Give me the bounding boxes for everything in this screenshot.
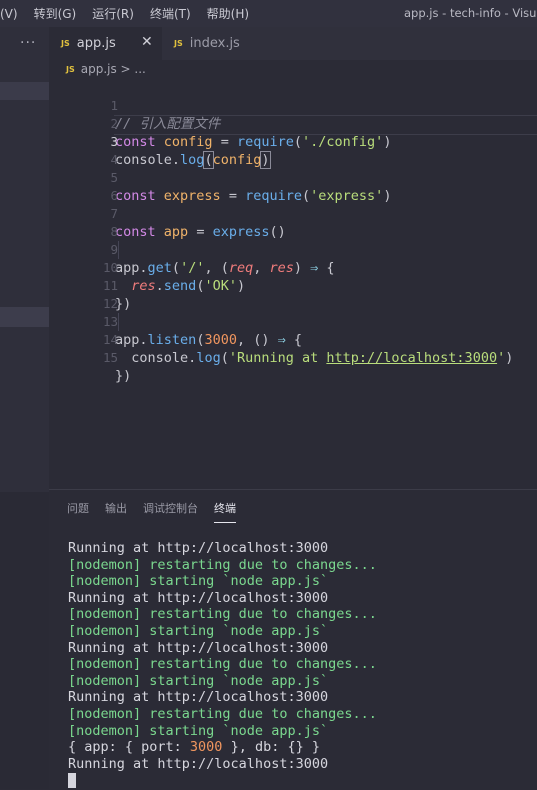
function-name: express (212, 224, 270, 240)
bracket-match: ) (260, 151, 271, 169)
function-name: listen (147, 332, 197, 348)
menu-run[interactable]: 运行(R) (92, 5, 134, 22)
terminal-line: [nodemon] starting `node app.js` (68, 722, 329, 739)
variable: config (212, 152, 262, 168)
tab-app-js[interactable]: JS app.js ✕ (49, 27, 162, 60)
terminal-line: Running at http://localhost:3000 (68, 755, 329, 772)
more-actions-icon[interactable]: ··· (20, 35, 36, 51)
bottom-panel: 问题 输出 调试控制台 终端 Running at http://localho… (49, 489, 537, 790)
parameter: res (131, 278, 156, 294)
identifier: console (131, 350, 189, 366)
parameter: req (228, 260, 254, 276)
terminal-cursor (68, 772, 76, 788)
terminal-line: [nodemon] restarting due to changes... (68, 556, 377, 573)
menu-bar: (V) 转到(G) 运行(R) 终端(T) 帮助(H) (0, 5, 263, 22)
variable: config (163, 134, 213, 150)
terminal-line: [nodemon] starting `node app.js` (68, 573, 329, 590)
string: 'OK' (204, 278, 237, 294)
keyword: const (115, 134, 156, 150)
indent-guide (118, 241, 119, 259)
terminal-line: [nodemon] restarting due to changes... (68, 656, 377, 673)
js-file-icon: JS (66, 64, 75, 74)
code-editor[interactable]: 1 // 引入配置文件 2 const config = require('./… (49, 79, 537, 489)
code-line: 2 const config = require('./config') (49, 97, 391, 150)
indent-guide (118, 313, 119, 331)
menu-help[interactable]: 帮助(H) (207, 5, 249, 22)
terminal-line: Running at http://localhost:3000 (68, 689, 329, 706)
string: '/' (180, 260, 205, 276)
terminal-output[interactable]: Running at http://localhost:3000 [nodemo… (68, 540, 377, 789)
terminal-line: { app: { port: 3000 }, db: {} } (68, 739, 320, 756)
panel-tabs: 问题 输出 调试控制台 终端 (67, 500, 252, 523)
bracket-match: ( (203, 151, 214, 169)
operator: = (220, 134, 229, 150)
parameter: res (269, 260, 294, 276)
code-line: 10 res.send('OK') (49, 241, 245, 294)
function-name: require (245, 188, 303, 204)
sidebar-selected-item[interactable] (0, 82, 49, 100)
window-title: app.js - tech-info - Visual S (404, 6, 537, 20)
menu-view[interactable]: (V) (0, 7, 18, 21)
code-line: 4 (49, 133, 118, 167)
tab-label: index.js (189, 36, 240, 51)
function-name: log (180, 152, 205, 168)
code-line: 1 // 引入配置文件 (49, 79, 220, 132)
arrow-operator: ⇒ (277, 332, 286, 348)
terminal-line: Running at http://localhost:3000 (68, 540, 329, 556)
close-icon[interactable]: ✕ (141, 34, 153, 50)
comment: // 引入配置文件 (115, 116, 221, 132)
code-line: 7 const app = express() (49, 187, 285, 240)
breadcrumb-path[interactable]: app.js > ... (81, 62, 146, 76)
code-line: 13 app.listen(3000, () ⇒ { (49, 295, 302, 348)
code-line: 14 console.log('Running at http://localh… (49, 313, 513, 366)
url-link[interactable]: http://localhost:3000 (326, 350, 497, 366)
terminal-line: Running at http://localhost:3000 (68, 589, 329, 606)
menu-terminal[interactable]: 终端(T) (150, 5, 191, 22)
code-line: 9 app.get('/', (req, res) ⇒ { (49, 223, 334, 276)
string: 'Running at (228, 350, 327, 366)
line-number: 15 (102, 350, 118, 365)
function-name: send (163, 278, 197, 294)
tab-terminal[interactable]: 终端 (214, 500, 236, 523)
js-file-icon: JS (61, 39, 70, 48)
identifier: app (115, 260, 140, 276)
code-line: 15 }) (49, 331, 131, 384)
tab-output[interactable]: 输出 (105, 500, 127, 523)
explorer-sidebar: ··· (0, 27, 49, 789)
function-name: log (196, 350, 221, 366)
editor-tabs: JS app.js ✕ JS index.js (49, 27, 537, 60)
terminal-line: [nodemon] starting `node app.js` (68, 622, 329, 639)
code-line: 8 (49, 205, 118, 239)
tab-index-js[interactable]: JS index.js (162, 27, 292, 60)
identifier: console (115, 152, 172, 168)
code-line: 12 (49, 277, 118, 311)
variable: express (163, 188, 221, 204)
js-file-icon: JS (174, 39, 183, 48)
variable: app (163, 224, 189, 240)
code-line-current: 3 console.log(config) (49, 115, 271, 169)
keyword: const (115, 224, 156, 240)
code-line: 6 (49, 169, 118, 203)
terminal-line: [nodemon] starting `node app.js` (68, 672, 329, 689)
keyword: const (115, 188, 156, 204)
function-name: get (147, 260, 172, 276)
terminal-line: Running at http://localhost:3000 (68, 639, 329, 656)
code-line: 11 }) (49, 259, 131, 312)
string: 'express' (310, 188, 384, 204)
tab-label: app.js (76, 36, 116, 51)
identifier: app (115, 332, 140, 348)
function-name: require (236, 134, 294, 150)
title-bar: (V) 转到(G) 运行(R) 终端(T) 帮助(H) app.js - tec… (0, 0, 537, 27)
terminal-line: [nodemon] restarting due to changes... (68, 606, 377, 623)
string: './config' (302, 134, 384, 150)
breadcrumb[interactable]: JS app.js > ... (66, 62, 146, 76)
tab-problems[interactable]: 问题 (67, 500, 89, 523)
menu-go[interactable]: 转到(G) (34, 5, 77, 22)
sidebar-lower-section (0, 492, 49, 789)
tab-debug-console[interactable]: 调试控制台 (143, 500, 198, 523)
code-line: 5 const express = require('express') (49, 151, 391, 204)
terminal-line: [nodemon] restarting due to changes... (68, 705, 377, 722)
sidebar-hover-item[interactable] (0, 307, 49, 327)
number: 3000 (204, 332, 237, 348)
